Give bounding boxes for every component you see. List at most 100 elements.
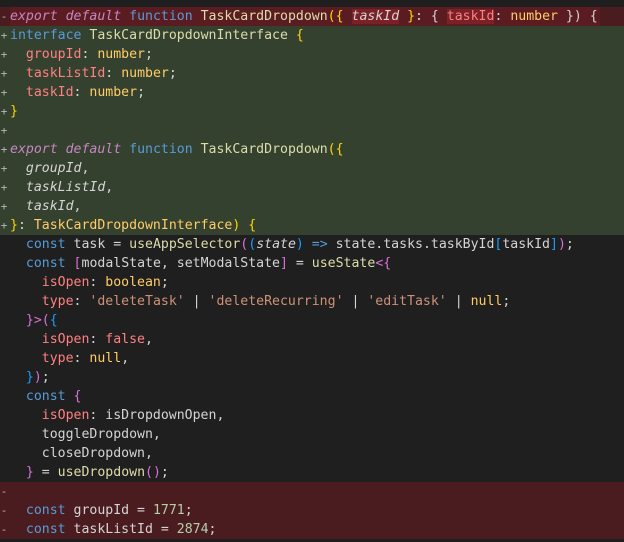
code-token: null [89,351,122,366]
code-token: : [89,332,106,347]
code-line[interactable]: }>({ [0,311,624,330]
code-token: = [33,465,58,480]
added-line[interactable]: +} [0,102,624,121]
code-text: export default function TaskCardDropdown… [10,7,600,26]
added-line[interactable]: + taskListId: number; [0,64,624,83]
code-token: groupId [25,161,82,176]
code-text: const [modalState, setModalState] = useS… [10,256,391,271]
code-line[interactable]: type: null, [0,349,624,368]
code-text: taskListId, [10,180,113,195]
code-token: ; [208,522,217,537]
diff-editor[interactable]: - export default function TaskCardDropdow… [0,0,624,542]
code-token: false [105,332,145,347]
code-text: taskId: number; [10,85,145,100]
code-token: } [25,370,34,385]
code-token: number [121,66,169,81]
code-line[interactable]: type: 'deleteTask' | 'deleteRecurring' |… [0,292,624,311]
code-token: | [446,294,471,309]
diff-gutter-marker [0,292,8,311]
code-token: ; [565,237,574,252]
code-text: export default function TaskCardDropdown… [10,142,344,157]
code-token: } [557,9,574,24]
code-token: ) [295,237,304,252]
code-text: const { [10,389,82,404]
code-line[interactable]: toggleDropdown, [0,425,624,444]
code-line[interactable]: closeDropdown, [0,444,624,463]
code-line[interactable]: } = useDropdown(); [0,463,624,482]
diff-gutter-marker: - [0,504,8,517]
code-token: TaskCardDropdown [200,9,328,24]
code-token: taskId [351,9,400,24]
added-line[interactable]: + [0,121,624,140]
code-text: interface TaskCardDropdownInterface { [10,28,304,43]
added-line[interactable]: + taskListId, [0,178,624,197]
code-token: 'deleteTask' [89,294,185,309]
code-token: number [97,47,145,62]
diff-gutter-marker [0,254,8,273]
code-text: isOpen: boolean; [10,275,169,290]
deleted-line[interactable]: - const taskListId = 2874; [0,520,624,539]
code-token: } [25,465,34,480]
code-token: modalState, setModalState [81,256,281,271]
added-line[interactable]: +}: TaskCardDropdownInterface) { [0,216,624,235]
added-line[interactable]: + groupId, [0,159,624,178]
code-text: }: TaskCardDropdownInterface) { [10,218,256,233]
diff-gutter-marker: + [0,29,8,42]
code-token: groupId = [65,503,153,518]
added-line[interactable]: + groupId: number; [0,45,624,64]
code-token: ) { [573,9,598,24]
added-line[interactable]: + interface TaskCardDropdownInterface { [0,26,624,45]
deleted-line[interactable]: - const groupId = 1771; [0,501,624,520]
code-line[interactable]: const { [0,387,624,406]
code-token: const [25,503,66,518]
code-token: : [73,85,90,100]
diff-gutter-marker: + [0,48,8,61]
added-line[interactable]: + taskId: number; [0,83,624,102]
code-token: export [10,9,58,24]
code-token: type [41,351,74,366]
added-line[interactable]: + export default function TaskCardDropdow… [0,140,624,159]
diff-gutter-marker: - [0,485,8,498]
diff-gutter-marker [0,330,8,349]
code-token: , [145,332,153,347]
code-token: : isDropdownOpen, [89,408,225,423]
code-line[interactable]: const [modalState, setModalState] = useS… [0,254,624,273]
code-token: } [399,9,416,24]
code-token: ; [502,294,511,309]
code-line[interactable]: isOpen: false, [0,330,624,349]
code-text: closeDropdown, [10,446,153,461]
code-token: const [25,237,66,252]
code-token: , [105,180,114,195]
code-token: boolean [105,275,161,290]
code-text: const groupId = 1771; [10,503,193,518]
code-line[interactable]: const task = useAppSelector((state) => s… [0,235,624,254]
code-token: ; [41,370,50,385]
code-line[interactable]: isOpen: isDropdownOpen, [0,406,624,425]
code-token: toggleDropdown, [10,427,161,442]
code-line[interactable]: }); [0,368,624,387]
code-line[interactable]: isOpen: boolean; [0,273,624,292]
code-token: <{ [375,256,392,271]
code-token: 2874 [176,522,209,537]
code-token: | [343,294,368,309]
code-token: = [287,256,312,271]
code-text: isOpen: isDropdownOpen, [10,408,225,423]
code-token: default [65,9,122,24]
diff-gutter-marker: + [0,181,8,194]
deleted-line[interactable]: - [0,482,624,501]
added-line[interactable]: + taskId, [0,197,624,216]
code-token: taskId [25,199,74,214]
deleted-line[interactable]: - export default function TaskCardDropdow… [0,7,624,26]
code-token: => [303,237,336,252]
diff-gutter-marker: + [0,200,8,213]
